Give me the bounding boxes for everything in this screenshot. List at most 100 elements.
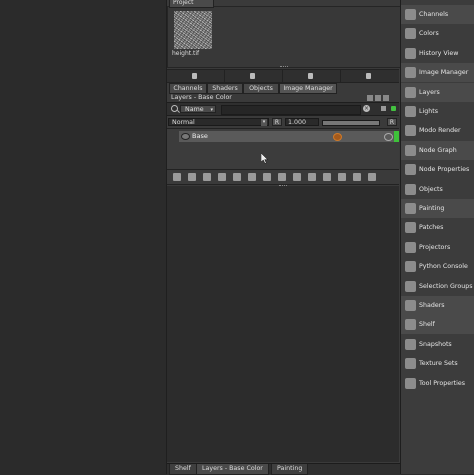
- tab-image-manager[interactable]: Image Manager: [279, 83, 337, 94]
- layer-active-marker: [394, 131, 399, 142]
- sidebar-item-label: Selection Groups: [419, 282, 473, 290]
- delete-layer-icon[interactable]: [353, 173, 361, 181]
- panel-icon-button[interactable]: [167, 70, 225, 82]
- layer-lock-icon[interactable]: [384, 133, 393, 141]
- sidebar-item-objects[interactable]: Objects: [401, 180, 474, 199]
- add-mask-icon[interactable]: [233, 173, 241, 181]
- thumbnail-label: height.tif: [172, 50, 200, 57]
- tab-layers-base-color[interactable]: Layers - Base Color: [196, 464, 269, 475]
- sidebar-item-label: Python Console: [419, 263, 468, 271]
- filter-field-select[interactable]: Name ▾: [180, 105, 216, 113]
- layers-icon: [405, 86, 416, 98]
- add-channel-icon[interactable]: [263, 173, 271, 181]
- sidebar-item-painting[interactable]: Painting: [401, 199, 474, 218]
- add-adjustment-icon[interactable]: [218, 173, 226, 181]
- sidebar-item-patches[interactable]: Patches: [401, 218, 474, 237]
- objects-icon: [405, 183, 416, 195]
- mouse-cursor-icon: [261, 153, 269, 164]
- blend-bar: Normal ▾ R 1.000 R: [167, 117, 399, 127]
- sidebar-item-modo-render[interactable]: Modo Render: [401, 121, 474, 140]
- list-view-icon[interactable]: [338, 173, 346, 181]
- blend-mode-select[interactable]: Normal ▾: [168, 118, 269, 126]
- modo-render-icon: [405, 125, 416, 137]
- sidebar-item-selection-groups[interactable]: Selection Groups: [401, 277, 474, 296]
- sidebar-item-image-manager[interactable]: Image Manager: [401, 63, 474, 83]
- opacity-slider[interactable]: [322, 120, 380, 126]
- panel-float-icon[interactable]: [375, 95, 381, 101]
- sidebar-item-label: Texture Sets: [419, 360, 458, 368]
- layer-toolbar: [167, 169, 399, 186]
- clear-filter-icon[interactable]: ×: [363, 105, 370, 112]
- panel-tabs: Channels Shaders Objects Image Manager: [167, 83, 399, 94]
- merge-icon[interactable]: [293, 173, 301, 181]
- sidebar-item-shaders[interactable]: Shaders: [401, 296, 474, 315]
- sidebar-item-snapshots[interactable]: Snapshots: [401, 335, 474, 354]
- sidebar-item-lights[interactable]: Lights: [401, 102, 474, 121]
- list-item[interactable]: Base: [179, 131, 399, 142]
- paint-icon: [333, 133, 342, 141]
- panel-icon-button[interactable]: [283, 70, 341, 82]
- bottom-tab-bar: Shelf Layers - Base Color Painting: [167, 463, 401, 475]
- add-layer-icon[interactable]: [173, 173, 181, 181]
- project-box: height.tif: [167, 6, 401, 68]
- sidebar-item-node-properties[interactable]: Node Properties: [401, 160, 474, 179]
- sidebar-item-label: Painting: [419, 205, 445, 212]
- search-icon: [171, 105, 178, 112]
- sidebar-item-channels[interactable]: Channels: [401, 5, 474, 24]
- sidebar-item-label: Shaders: [419, 302, 445, 309]
- panel-icon-button[interactable]: [225, 70, 283, 82]
- sidebar-item-label: Image Manager: [419, 69, 469, 77]
- texture-sets-icon: [405, 358, 416, 370]
- sidebar-item-python-console[interactable]: Python Console: [401, 257, 474, 276]
- channels-icon: [405, 9, 416, 20]
- status-green-icon: [391, 106, 396, 111]
- shaders-icon: [405, 300, 416, 311]
- sidebar-item-texture-sets[interactable]: Texture Sets: [401, 354, 474, 373]
- sidebar-item-label: History View: [419, 49, 459, 57]
- mask-reset-button[interactable]: R: [387, 118, 397, 126]
- shelf-icon: [405, 319, 416, 331]
- tab-channels[interactable]: Channels: [169, 83, 207, 94]
- sidebar-item-node-graph[interactable]: Node Graph: [401, 140, 474, 160]
- align-icon[interactable]: [323, 173, 331, 181]
- python-console-icon: [405, 261, 416, 273]
- layer-options-icon[interactable]: [381, 106, 386, 111]
- tab-shaders[interactable]: Shaders: [207, 83, 243, 94]
- opacity-input[interactable]: 1.000: [285, 118, 319, 126]
- image-manager-icon: [405, 67, 416, 79]
- sidebar-item-history-view[interactable]: History View: [401, 44, 474, 63]
- sidebar-item-colors[interactable]: Colors: [401, 24, 474, 43]
- patches-icon: [405, 222, 416, 234]
- filter-input[interactable]: [221, 105, 361, 115]
- tab-objects[interactable]: Objects: [243, 83, 279, 94]
- node-properties-icon: [405, 164, 416, 176]
- tab-shelf[interactable]: Shelf: [169, 464, 197, 475]
- duplicate-layer-icon[interactable]: [188, 173, 196, 181]
- panel-options-icon[interactable]: [367, 95, 373, 101]
- panel-icon-button[interactable]: [341, 70, 398, 82]
- layers-panel: height.tif Project Channels Shaders Obje…: [166, 0, 401, 475]
- layer-visibility-icon[interactable]: [181, 133, 190, 140]
- add-group-icon[interactable]: [203, 173, 211, 181]
- sidebar-item-label: Objects: [419, 185, 443, 193]
- sidebar-item-tool-properties[interactable]: Tool Properties: [401, 374, 474, 393]
- add-procedural-icon[interactable]: [248, 173, 256, 181]
- colors-icon: [405, 28, 416, 40]
- project-tab[interactable]: Project: [169, 0, 214, 8]
- sidebar-item-label: Projectors: [419, 243, 451, 251]
- sidebar-item-projectors[interactable]: Projectors: [401, 238, 474, 257]
- opacity-reset-button[interactable]: R: [272, 118, 282, 126]
- viewport-area[interactable]: [0, 0, 166, 474]
- panel-close-icon[interactable]: [383, 95, 389, 101]
- sidebar-item-shelf[interactable]: Shelf: [401, 315, 474, 335]
- tab-painting[interactable]: Painting: [271, 464, 309, 475]
- layer-effects-icon[interactable]: [278, 173, 286, 181]
- sidebar-item-layers[interactable]: Layers: [401, 82, 474, 102]
- document-icon: [366, 73, 371, 79]
- grid-view-icon[interactable]: [368, 173, 376, 181]
- height-thumbnail[interactable]: [174, 11, 212, 49]
- flatten-icon[interactable]: [308, 173, 316, 181]
- sidebar-item-label: Layers: [419, 88, 440, 96]
- right-sidebar: Channels Colors History View Image Manager L…: [400, 0, 474, 474]
- layer-name: Base: [192, 132, 208, 140]
